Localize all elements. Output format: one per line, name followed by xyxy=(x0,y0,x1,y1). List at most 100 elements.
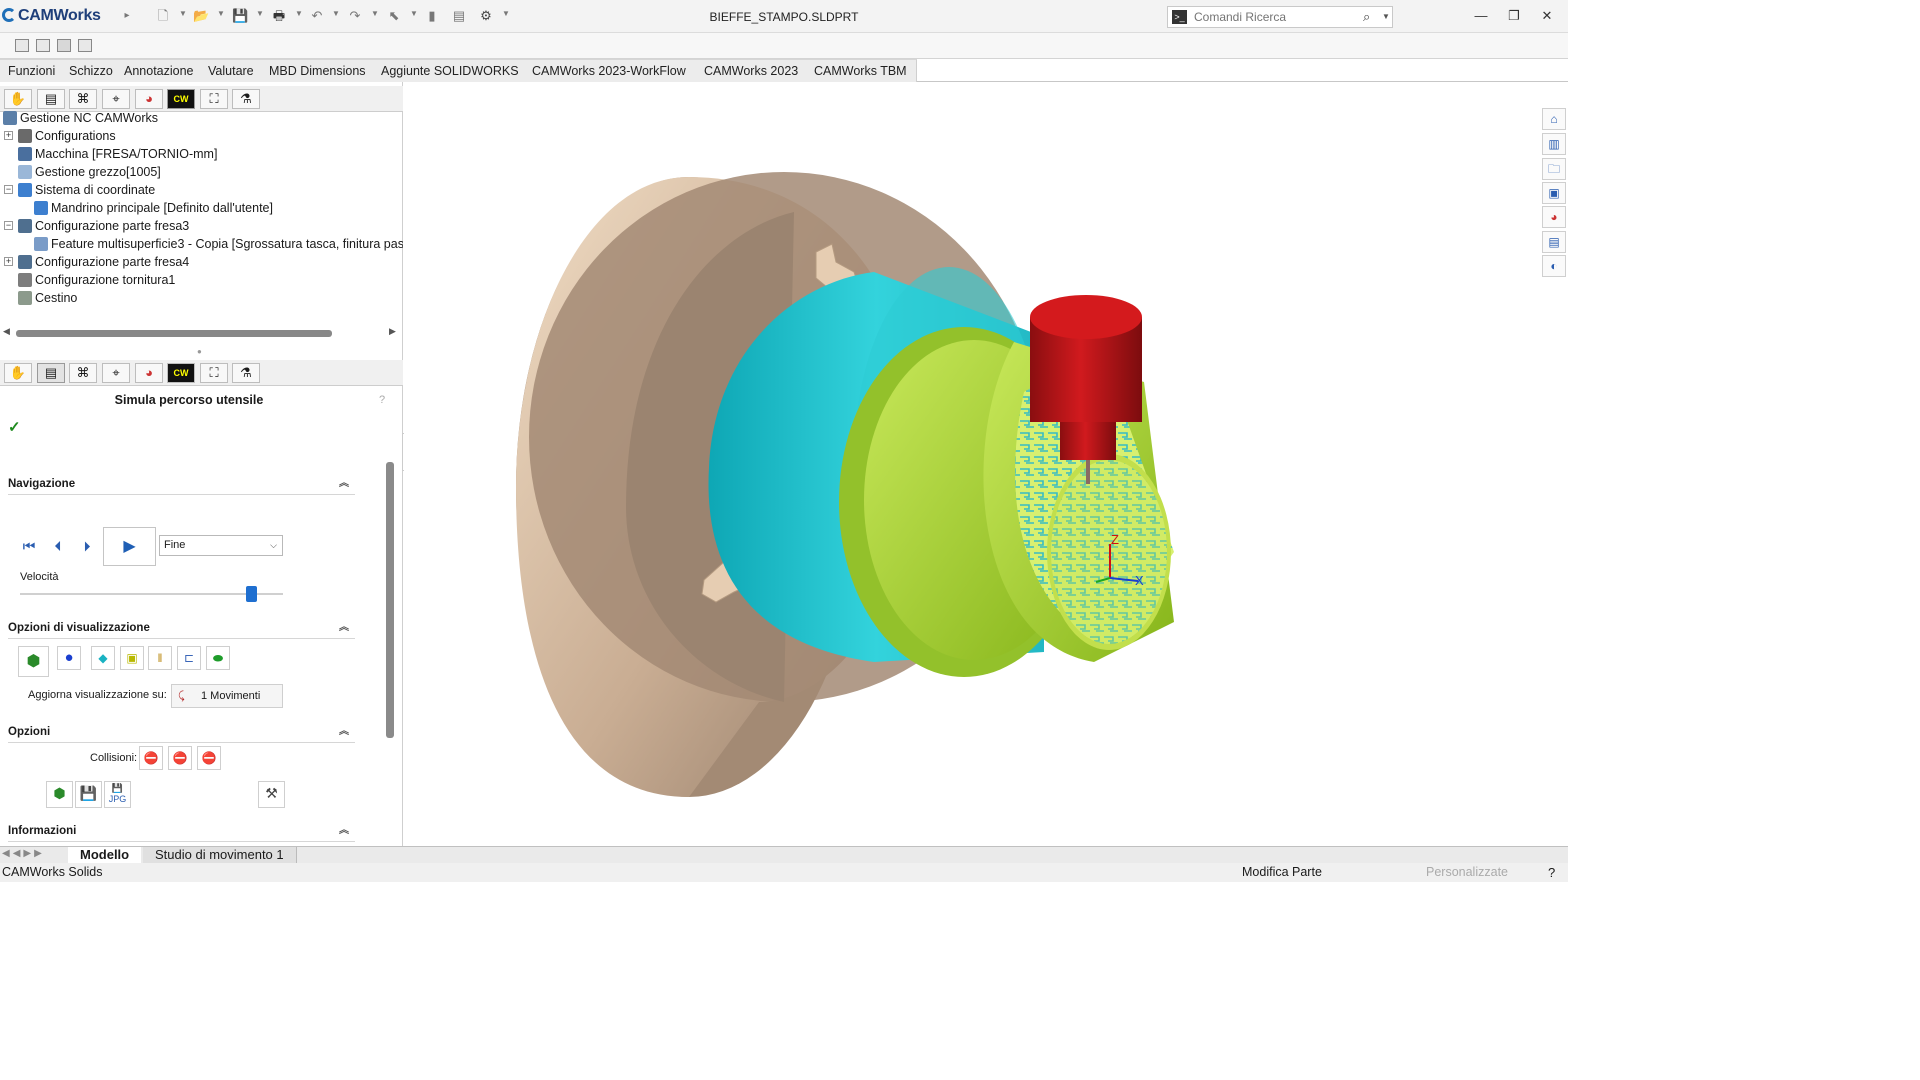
search-dropdown-icon[interactable]: ▼ xyxy=(1382,12,1390,21)
fixture-display-icon[interactable]: ⬬ xyxy=(206,646,230,670)
information-section[interactable]: Informazioni ︽ xyxy=(8,820,355,842)
end-mode-select[interactable]: Fine ⌵ xyxy=(159,535,283,556)
new-document-icon[interactable]: 🗋 xyxy=(155,8,171,24)
step-back-icon[interactable]: ⏴ xyxy=(47,535,69,557)
tree-horizontal-scrollbar[interactable]: ◀ ▶ xyxy=(0,326,403,340)
save-jpg-icon[interactable]: 💾 JPG xyxy=(104,781,131,808)
camworks-tool-tree-icon[interactable]: ⚗ xyxy=(232,363,260,383)
custom-properties-icon[interactable]: ▤ xyxy=(1542,231,1566,253)
tab-aggiunte-solidworks[interactable]: Aggiunte SOLIDWORKS xyxy=(373,59,528,82)
collapse-chevron-icon[interactable]: ︽ xyxy=(339,721,349,743)
tab-schizzo[interactable]: Schizzo xyxy=(61,59,122,82)
tab-annotazione[interactable]: Annotazione xyxy=(116,59,203,82)
redo-dropdown-icon[interactable]: ▼ xyxy=(371,9,379,18)
tree-item-configurations[interactable]: Configurations xyxy=(18,127,116,145)
splitter-handle-icon[interactable]: ● xyxy=(197,347,202,356)
view-palette-icon[interactable]: ▣ xyxy=(1542,182,1566,204)
close-button[interactable]: ✕ xyxy=(1537,8,1557,24)
print-icon[interactable]: 🖶 xyxy=(271,8,287,24)
camworks-operation-tree-icon[interactable]: ⛶ xyxy=(200,363,228,383)
new-dropdown-icon[interactable]: ▼ xyxy=(179,9,187,18)
tab-camworks-tbm[interactable]: CAMWorks TBM xyxy=(805,59,917,82)
file-explorer-icon[interactable]: 🗀 xyxy=(1542,158,1566,180)
camworks-operation-tree-icon[interactable]: ⛶ xyxy=(200,89,228,109)
display-options-section[interactable]: Opzioni di visualizzazione ︽ xyxy=(8,617,355,639)
ok-button[interactable]: ✓ xyxy=(8,418,21,436)
update-moves-button[interactable]: ⤹ 1 Movimenti xyxy=(171,684,283,708)
tab-valutare[interactable]: Valutare xyxy=(200,59,263,82)
play-button[interactable]: ▶ xyxy=(103,527,156,566)
display-manager-icon[interactable]: ◕ xyxy=(135,89,163,109)
collision-tool-icon[interactable]: ⛔ xyxy=(139,746,163,770)
redo-icon[interactable]: ↷ xyxy=(347,8,363,24)
tab-camworks-2023[interactable]: CAMWorks 2023 xyxy=(693,59,811,82)
save-icon[interactable]: 💾 xyxy=(232,8,248,24)
model-view[interactable]: Z X xyxy=(404,82,1540,846)
tree-item-mill-part-setup4[interactable]: Configurazione parte fresa4 xyxy=(18,253,189,271)
home-icon[interactable]: ⌂ xyxy=(1542,108,1566,130)
collision-fixture-icon[interactable]: ⛔ xyxy=(197,746,221,770)
tab-motion-study[interactable]: Studio di movimento 1 xyxy=(143,847,297,864)
holder-display-icon[interactable]: ⊏ xyxy=(177,646,201,670)
camworks-tool-tree-icon[interactable]: ⚗ xyxy=(232,89,260,109)
options-gear-icon[interactable]: ⚙ xyxy=(478,8,494,24)
collapse-mill-config3-icon[interactable]: − xyxy=(4,221,13,230)
tab-camworks-workflow[interactable]: CAMWorks 2023-WorkFlow xyxy=(520,59,699,82)
scroll-right-icon[interactable]: ▶ xyxy=(389,326,396,337)
dimxpert-icon[interactable]: ⌖ xyxy=(102,363,130,383)
sheet-icon[interactable] xyxy=(57,39,71,52)
undo-dropdown-icon[interactable]: ▼ xyxy=(332,9,340,18)
tab-model[interactable]: Modello xyxy=(68,847,142,864)
go-to-start-icon[interactable]: ⏮ xyxy=(18,535,40,557)
part-display-icon[interactable]: ▣ xyxy=(120,646,144,670)
tree-item-coordinate-system[interactable]: Sistema di coordinate xyxy=(18,181,155,199)
tab-mbd-dimensions[interactable]: MBD Dimensions xyxy=(261,59,375,82)
expand-configurations-icon[interactable]: + xyxy=(4,131,13,140)
rebuild-icon[interactable]: ▮ xyxy=(424,8,440,24)
dimxpert-icon[interactable]: ⌖ xyxy=(102,89,130,109)
restore-button[interactable]: ❐ xyxy=(1504,8,1524,24)
help-icon[interactable]: ? xyxy=(379,394,385,406)
collapse-chevron-icon[interactable]: ︽ xyxy=(339,617,349,639)
toolpath-display-icon[interactable]: ◆ xyxy=(91,646,115,670)
camworks-feature-tree-icon[interactable]: CW xyxy=(167,89,195,109)
configuration-manager-icon[interactable]: ⌘ xyxy=(69,363,97,383)
collision-holder-icon[interactable]: ⛔ xyxy=(168,746,192,770)
tool-display-icon[interactable]: ǁ xyxy=(148,646,172,670)
open-dropdown-icon[interactable]: ▼ xyxy=(217,9,225,18)
solid-display-icon[interactable]: ⬢ xyxy=(18,646,49,677)
command-search[interactable]: >_ ⌕ ▼ xyxy=(1167,6,1393,28)
save-stl-icon[interactable]: 💾 xyxy=(75,781,102,808)
feature-manager-icon[interactable]: ✋ xyxy=(4,363,32,383)
sheet-2-icon[interactable] xyxy=(78,39,92,52)
status-units[interactable]: Personalizzate xyxy=(1426,863,1508,882)
save-dropdown-icon[interactable]: ▼ xyxy=(256,9,264,18)
scroll-left-icon[interactable]: ◀ xyxy=(3,326,10,337)
design-library-icon[interactable]: ▥ xyxy=(1542,133,1566,155)
search-icon[interactable]: ⌕ xyxy=(1363,9,1370,25)
speed-slider-thumb[interactable] xyxy=(246,586,258,602)
collapse-coordinate-system-icon[interactable]: − xyxy=(4,185,13,194)
search-input[interactable] xyxy=(1194,9,1354,25)
select-icon[interactable]: ⬉ xyxy=(386,8,402,24)
tree-item-stock-manager[interactable]: Gestione grezzo[1005] xyxy=(18,163,161,181)
tree-item-recycle-bin[interactable]: Cestino xyxy=(18,289,77,307)
minimize-button[interactable]: — xyxy=(1471,8,1491,24)
open-icon[interactable]: 📂 xyxy=(193,8,209,24)
graphics-area[interactable]: Z X xyxy=(404,82,1540,846)
camworks-icon[interactable]: ◐ xyxy=(1542,255,1566,277)
tools-settings-icon[interactable]: ⚒ xyxy=(258,781,285,808)
property-manager-icon[interactable]: ▤ xyxy=(37,363,65,383)
select-dropdown-icon[interactable]: ▼ xyxy=(410,9,418,18)
expand-mill-config4-icon[interactable]: + xyxy=(4,257,13,266)
tab-funzioni[interactable]: Funzioni xyxy=(0,59,65,82)
tree-item-turn-setup1[interactable]: Configurazione tornitura1 xyxy=(18,271,175,289)
file-properties-icon[interactable]: ▤ xyxy=(451,8,467,24)
tree-item-root[interactable]: Gestione NC CAMWorks xyxy=(3,109,158,127)
compare-part-icon[interactable]: ⬢ xyxy=(46,781,73,808)
options-section[interactable]: Opzioni ︽ xyxy=(8,721,355,743)
layout-2-icon[interactable] xyxy=(36,39,50,52)
configuration-manager-icon[interactable]: ⌘ xyxy=(69,89,97,109)
print-dropdown-icon[interactable]: ▼ xyxy=(295,9,303,18)
tree-item-multisurface-feature[interactable]: Feature multisuperficie3 - Copia [Sgross… xyxy=(34,235,403,253)
